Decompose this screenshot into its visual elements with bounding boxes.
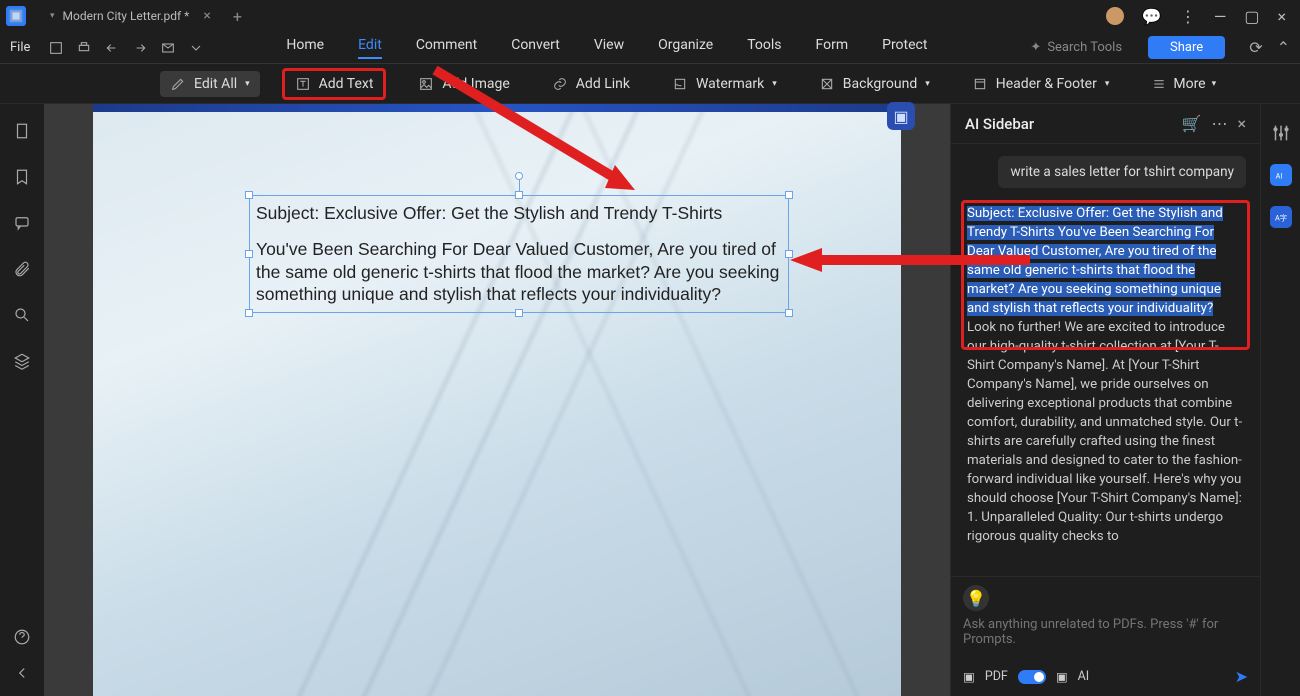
tab-home[interactable]: Home: [286, 37, 324, 59]
chat-icon[interactable]: 💬: [1142, 7, 1162, 26]
tab-form[interactable]: Form: [816, 37, 849, 59]
sparkle-icon: ✦: [1030, 40, 1041, 55]
tab-title: Modern City Letter.pdf *: [63, 9, 190, 23]
translate-icon[interactable]: A字: [1270, 206, 1292, 228]
tab-protect[interactable]: Protect: [882, 37, 927, 59]
search-icon[interactable]: [13, 306, 31, 324]
watermark-icon: [672, 76, 688, 92]
pdf-badge-icon: ▣: [963, 669, 975, 685]
tab-tools[interactable]: Tools: [747, 37, 781, 59]
undo-icon[interactable]: [104, 40, 120, 56]
badge-pdf: PDF: [985, 669, 1008, 684]
new-tab-button[interactable]: +: [233, 7, 242, 26]
menu-file[interactable]: File: [10, 40, 30, 55]
maximize-icon[interactable]: ▢: [1244, 7, 1259, 26]
comment-icon[interactable]: [13, 214, 31, 232]
redo-icon[interactable]: [132, 40, 148, 56]
header-footer-button[interactable]: Header & Footer▾: [962, 71, 1120, 97]
avatar[interactable]: [1106, 7, 1124, 25]
cloud-icon[interactable]: ⟳: [1249, 38, 1262, 57]
ai-response-highlighted: Subject: Exclusive Offer: Get the Stylis…: [967, 206, 1223, 316]
ai-toggle[interactable]: [1018, 670, 1046, 684]
settings-icon[interactable]: [1270, 122, 1292, 144]
page-header-band: [93, 104, 901, 112]
chevron-up-icon[interactable]: ⌃: [1277, 38, 1290, 57]
hamburger-icon: [1151, 76, 1167, 92]
collapse-icon[interactable]: [13, 664, 31, 682]
document-tab[interactable]: ▾ Modern City Letter.pdf * ×: [38, 2, 223, 30]
edit-all-button[interactable]: Edit All▾: [160, 71, 260, 97]
bookmark-icon[interactable]: [13, 168, 31, 186]
search-tools[interactable]: ✦ Search Tools: [1030, 40, 1122, 55]
add-image-button[interactable]: Add Image: [408, 71, 519, 97]
ai-input[interactable]: [963, 617, 1248, 655]
ai-badge-icon: ▣: [887, 102, 915, 130]
ai-badge2-icon: ▣: [1056, 669, 1068, 685]
tab-edit[interactable]: Edit: [358, 37, 382, 59]
text-body: You've Been Searching For Dear Valued Cu…: [256, 238, 782, 305]
help-icon[interactable]: [13, 628, 31, 646]
cart-icon[interactable]: 🛒: [1182, 114, 1202, 133]
ai-response[interactable]: Subject: Exclusive Offer: Get the Stylis…: [961, 200, 1250, 572]
tab-organize[interactable]: Organize: [658, 37, 713, 59]
layers-icon[interactable]: [13, 352, 31, 370]
text-icon: [295, 76, 311, 92]
ai-sidebar-title: AI Sidebar: [965, 115, 1034, 133]
badge-ai: AI: [1078, 669, 1090, 684]
text-edit-box[interactable]: Subject: Exclusive Offer: Get the Stylis…: [249, 195, 789, 313]
close-sidebar-icon[interactable]: ×: [1237, 114, 1246, 133]
page-thumbnails-icon[interactable]: [13, 122, 31, 140]
add-link-button[interactable]: Add Link: [542, 71, 640, 97]
minimize-icon[interactable]: —: [1214, 7, 1227, 26]
svg-text:A字: A字: [1275, 213, 1287, 222]
more-icon[interactable]: ⋯: [1211, 114, 1227, 133]
kebab-icon[interactable]: ⋮: [1180, 7, 1196, 26]
send-icon[interactable]: ➤: [1235, 667, 1248, 686]
more-button[interactable]: More▾: [1141, 71, 1226, 97]
close-tab-icon[interactable]: ×: [203, 8, 210, 24]
header-footer-icon: [972, 76, 988, 92]
app-logo: [6, 6, 26, 26]
close-window-icon[interactable]: ×: [1277, 7, 1286, 26]
chevron-down-icon: ▾: [50, 11, 55, 21]
idea-icon[interactable]: 💡: [963, 585, 989, 611]
print-icon[interactable]: [76, 40, 92, 56]
dropdown-icon[interactable]: [188, 40, 204, 56]
background-icon: [819, 76, 835, 92]
background-button[interactable]: Background▾: [809, 71, 940, 97]
watermark-button[interactable]: Watermark▾: [662, 71, 787, 97]
mail-icon[interactable]: [160, 40, 176, 56]
text-subject: Subject: Exclusive Offer: Get the Stylis…: [256, 202, 782, 224]
image-icon: [418, 76, 434, 92]
save-icon[interactable]: [48, 40, 64, 56]
tab-view[interactable]: View: [594, 37, 624, 59]
pencil-icon: [170, 76, 186, 92]
add-text-button[interactable]: Add Text: [285, 71, 384, 97]
tab-convert[interactable]: Convert: [511, 37, 560, 59]
svg-text:AI: AI: [1275, 171, 1282, 180]
link-icon: [552, 76, 568, 92]
tab-comment[interactable]: Comment: [416, 37, 477, 59]
ai-response-rest: Look no further! We are excited to intro…: [967, 320, 1242, 544]
ai-user-prompt: write a sales letter for tshirt company: [998, 156, 1246, 188]
ai-icon[interactable]: AI: [1270, 164, 1292, 186]
document-canvas[interactable]: Subject: Exclusive Offer: Get the Stylis…: [44, 104, 950, 696]
attachment-icon[interactable]: [13, 260, 31, 278]
share-button[interactable]: Share: [1148, 36, 1225, 59]
